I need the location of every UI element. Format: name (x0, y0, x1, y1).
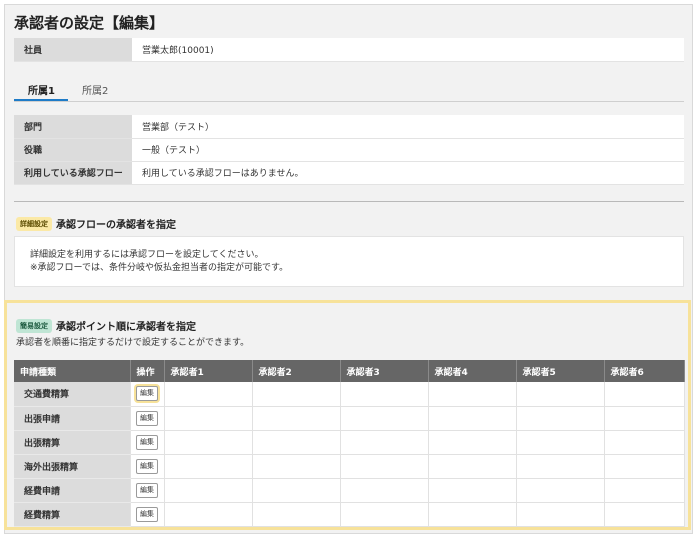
approver-cell[interactable] (164, 382, 253, 407)
approver-cell[interactable] (604, 406, 685, 431)
edit-button[interactable]: 編集 (136, 482, 158, 498)
header-approver-3: 承認者3 (340, 360, 429, 382)
employee-label: 社員 (14, 38, 132, 62)
tab-affiliation-2[interactable]: 所属2 (82, 82, 108, 97)
header-application-type: 申請種類 (14, 360, 131, 382)
approver-cell[interactable] (252, 382, 341, 407)
approver-cell[interactable] (252, 454, 341, 479)
section-divider (14, 201, 684, 202)
approver-cell[interactable] (164, 406, 253, 431)
position-value: 一般（テスト） (132, 138, 684, 162)
approver-cell[interactable] (340, 478, 429, 503)
department-value: 営業部（テスト） (132, 115, 684, 139)
detail-settings-heading: 詳細設定 承認フローの承認者を指定 (16, 216, 176, 231)
table-row: 交通費精算 編集 (14, 382, 685, 407)
edit-button[interactable]: 編集 (136, 434, 158, 450)
approver-cell[interactable] (516, 454, 605, 479)
header-approver-4: 承認者4 (428, 360, 517, 382)
simple-settings-badge: 簡易設定 (16, 318, 52, 333)
edit-button[interactable]: 編集 (136, 386, 158, 402)
approver-cell[interactable] (428, 430, 517, 455)
approver-grid: 申請種類 操作 承認者1 承認者2 承認者3 承認者4 承認者5 承認者6 交通… (14, 360, 685, 527)
application-type: 出張精算 (14, 430, 131, 455)
header-approver-1: 承認者1 (164, 360, 253, 382)
detail-row-department: 部門 営業部（テスト） (14, 115, 684, 139)
approval-flow-label: 利用している承認フロー (14, 161, 132, 185)
approver-cell[interactable] (340, 430, 429, 455)
approver-cell[interactable] (516, 406, 605, 431)
approver-cell[interactable] (516, 430, 605, 455)
table-row: 経費申請 編集 (14, 478, 685, 503)
approver-cell[interactable] (428, 406, 517, 431)
position-label: 役職 (14, 138, 132, 162)
employee-table: 社員 営業太郎(10001) (14, 38, 684, 62)
header-operation: 操作 (130, 360, 165, 382)
approver-cell[interactable] (604, 382, 685, 407)
page-title: 承認者の設定【編集】 (14, 14, 165, 32)
simple-settings-heading: 簡易設定 承認ポイント順に承認者を指定 (16, 318, 196, 333)
affiliation-tabs: 所属1 所属2 (14, 76, 684, 102)
grid-header-row: 申請種類 操作 承認者1 承認者2 承認者3 承認者4 承認者5 承認者6 (14, 360, 685, 382)
approver-cell[interactable] (252, 430, 341, 455)
simple-settings-description: 承認者を順番に指定するだけで設定することができます。 (16, 338, 250, 348)
approver-cell[interactable] (604, 478, 685, 503)
simple-settings-title: 承認ポイント順に承認者を指定 (56, 322, 196, 333)
edit-button[interactable]: 編集 (136, 458, 158, 474)
approver-cell[interactable] (516, 502, 605, 527)
table-row: 海外出張精算 編集 (14, 454, 685, 479)
approver-cell[interactable] (428, 454, 517, 479)
approver-cell[interactable] (252, 406, 341, 431)
approver-cell[interactable] (516, 382, 605, 407)
approver-cell[interactable] (164, 454, 253, 479)
detail-row-flow: 利用している承認フロー 利用している承認フローはありません。 (14, 161, 684, 185)
approver-cell[interactable] (252, 478, 341, 503)
application-type: 出張申請 (14, 406, 131, 431)
application-type: 経費申請 (14, 478, 131, 503)
table-row: 出張申請 編集 (14, 406, 685, 431)
application-type: 経費精算 (14, 502, 131, 527)
header-approver-5: 承認者5 (516, 360, 605, 382)
application-type: 交通費精算 (14, 382, 131, 407)
approver-cell[interactable] (340, 502, 429, 527)
notice-line-1: 詳細設定を利用するには承認フローを設定してください。 (30, 250, 264, 260)
table-row: 経費精算 編集 (14, 502, 685, 527)
approver-cell[interactable] (340, 406, 429, 431)
approver-cell[interactable] (428, 382, 517, 407)
approver-cell[interactable] (428, 478, 517, 503)
notice-line-2: ※承認フローでは、条件分岐や仮払金担当者の指定が可能です。 (30, 263, 289, 273)
approver-cell[interactable] (164, 502, 253, 527)
application-type: 海外出張精算 (14, 454, 131, 479)
department-label: 部門 (14, 115, 132, 139)
header-approver-2: 承認者2 (252, 360, 341, 382)
edit-button[interactable]: 編集 (136, 506, 158, 522)
employee-value: 営業太郎(10001) (132, 38, 684, 62)
approver-cell[interactable] (340, 382, 429, 407)
approval-flow-value: 利用している承認フローはありません。 (132, 161, 684, 185)
active-tab-indicator (14, 99, 68, 101)
affiliation-details-table: 部門 営業部（テスト） 役職 一般（テスト） 利用している承認フロー 利用してい… (14, 115, 684, 185)
detail-settings-notice: 詳細設定を利用するには承認フローを設定してください。 ※承認フローでは、条件分岐… (14, 236, 684, 287)
approver-cell[interactable] (604, 502, 685, 527)
approver-cell[interactable] (604, 454, 685, 479)
approver-cell[interactable] (340, 454, 429, 479)
detail-settings-badge: 詳細設定 (16, 216, 52, 231)
table-row: 出張精算 編集 (14, 430, 685, 455)
edit-button[interactable]: 編集 (136, 410, 158, 426)
approver-cell[interactable] (164, 478, 253, 503)
header-approver-6: 承認者6 (604, 360, 685, 382)
approver-cell[interactable] (516, 478, 605, 503)
detail-settings-title: 承認フローの承認者を指定 (56, 220, 176, 231)
approver-cell[interactable] (164, 430, 253, 455)
approver-cell[interactable] (252, 502, 341, 527)
approver-cell[interactable] (428, 502, 517, 527)
approver-cell[interactable] (604, 430, 685, 455)
detail-row-position: 役職 一般（テスト） (14, 138, 684, 162)
tab-affiliation-1[interactable]: 所属1 (28, 82, 55, 97)
